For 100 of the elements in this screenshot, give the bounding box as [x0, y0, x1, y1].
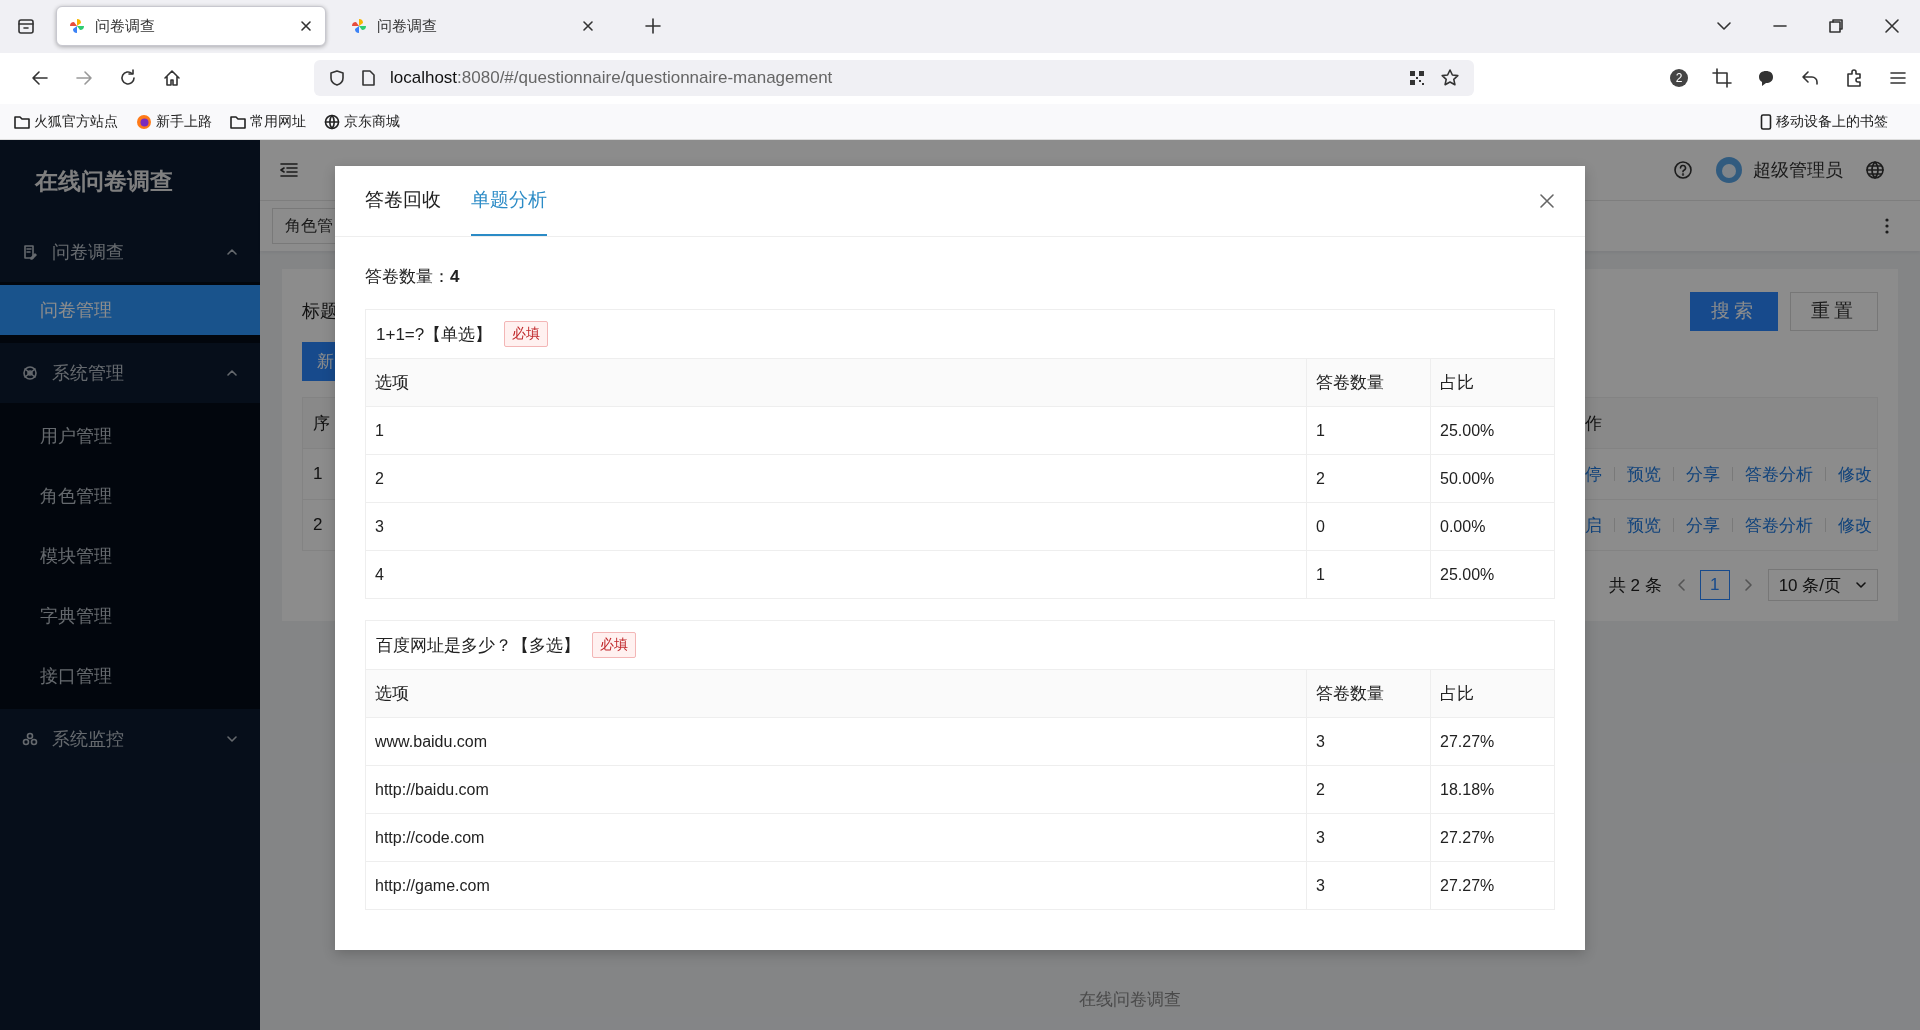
fox-globe-icon [136, 113, 152, 130]
menu-fold-icon[interactable] [280, 162, 298, 178]
column-header: 占比 [1430, 669, 1554, 718]
table-cell: 27.27% [1430, 813, 1554, 862]
app-title: 在线问卷调查 [33, 166, 174, 196]
table-cell: http://game.com [366, 861, 1307, 909]
table-cell: http://baidu.com [366, 765, 1307, 814]
globe-icon [324, 113, 340, 130]
action-link[interactable]: 停 [1585, 462, 1602, 486]
table-cell: 1 [1306, 550, 1431, 598]
page-number[interactable]: 1 [1699, 570, 1730, 600]
globe-icon[interactable] [1865, 160, 1885, 180]
close-icon[interactable] [581, 19, 595, 34]
action-link[interactable]: 分享 [1686, 513, 1720, 537]
folder-icon [14, 113, 30, 130]
caret-icon [226, 246, 238, 258]
submenu-item[interactable]: 接口管理 [0, 646, 260, 706]
user-name[interactable]: 超级管理员 [1753, 158, 1843, 182]
caret-icon [226, 733, 238, 745]
close-icon[interactable] [1539, 193, 1555, 209]
submenu-item[interactable]: 问卷管理 [0, 285, 260, 335]
help-icon[interactable] [1673, 160, 1693, 180]
table-cell: 27.27% [1430, 717, 1554, 766]
table-cell: 18.18% [1430, 765, 1554, 814]
form-icon [22, 244, 38, 260]
action-link[interactable]: 修改 [1838, 462, 1872, 486]
extension-icon[interactable] [1844, 68, 1864, 89]
phone-icon [1760, 113, 1772, 130]
action-link[interactable]: 答卷分析 [1745, 513, 1813, 537]
notification-badge[interactable]: 2 [1670, 69, 1688, 88]
table-cell: 2 [366, 454, 1307, 503]
action-link[interactable]: 启 [1585, 513, 1602, 537]
submenu-item[interactable]: 用户管理 [0, 406, 260, 466]
browser-tab[interactable]: 问卷调查 [338, 6, 608, 47]
restore-icon[interactable] [1827, 17, 1845, 36]
submenu-item[interactable]: 模块管理 [0, 526, 260, 586]
menu-item[interactable]: 系统监控 [0, 709, 260, 769]
close-icon[interactable] [1883, 17, 1901, 36]
bookmark[interactable]: 火狐官方站点 [14, 112, 118, 131]
table-cell: 4 [366, 550, 1307, 598]
column-header: 作 [1585, 412, 1603, 435]
tab-title: 问卷调查 [377, 16, 438, 36]
table-cell: 0 [1306, 502, 1431, 551]
action-link[interactable]: 答卷分析 [1745, 462, 1813, 486]
answer-count: 答卷数量：4 [365, 266, 461, 288]
tab[interactable]: 答卷回收 [365, 166, 441, 236]
new-tab-icon[interactable] [644, 17, 662, 36]
table-cell: 0.00% [1430, 502, 1554, 551]
action-link[interactable]: 修改 [1838, 513, 1872, 537]
filter-label: 标题 [302, 300, 338, 323]
table-cell: 2 [1306, 454, 1431, 503]
home-icon[interactable] [162, 68, 182, 89]
crop-icon[interactable] [1712, 68, 1732, 89]
bookmark[interactable]: 京东商城 [324, 112, 400, 131]
pinwheel-icon [351, 18, 367, 35]
table-cell: 1 [1306, 406, 1431, 455]
table-cell: 1 [366, 406, 1307, 455]
table-cell: 3 [1306, 813, 1431, 862]
chevron-down-icon [1855, 579, 1867, 591]
table-cell-text: 1 [312, 464, 324, 484]
action-link[interactable]: 预览 [1627, 513, 1661, 537]
table-cell: 50.00% [1430, 454, 1554, 503]
chat-bubble-icon[interactable] [1756, 68, 1776, 89]
shield-icon [328, 69, 346, 88]
button[interactable]: 搜索 [1690, 291, 1778, 331]
action-link[interactable]: 预览 [1627, 462, 1661, 486]
tab[interactable]: 单题分析 [471, 166, 547, 236]
table-cell: www.baidu.com [366, 717, 1307, 766]
submenu-item[interactable]: 角色管理 [0, 466, 260, 526]
cluster-icon [22, 731, 38, 747]
address-bar[interactable]: localhost:8080/#/questionnaire/questionnaire-management [314, 60, 1474, 97]
table-cell: 3 [1306, 717, 1431, 766]
table-cell-text: 2 [312, 515, 324, 535]
button[interactable]: 重置 [1790, 291, 1878, 331]
column-header: 占比 [1430, 358, 1554, 407]
more-icon[interactable] [1884, 217, 1890, 235]
page-size-select[interactable]: 10 条/页 [1767, 569, 1878, 601]
menu-item[interactable]: 问卷调查 [0, 222, 260, 282]
submenu-item[interactable]: 字典管理 [0, 586, 260, 646]
table-cell: 3 [1306, 861, 1431, 909]
browser-tab[interactable]: 问卷调查 [56, 6, 326, 47]
action-link[interactable]: 分享 [1686, 462, 1720, 486]
bookmark[interactable]: 新手上路 [136, 112, 212, 131]
tab-title: 问卷调查 [95, 16, 156, 36]
table-cell: 3 [366, 502, 1307, 551]
footer-text: 在线问卷调查 [1078, 988, 1182, 1011]
qr-code-icon[interactable] [1408, 69, 1426, 88]
bookmark[interactable]: 常用网址 [230, 112, 306, 131]
required-tag: 必填 [504, 321, 549, 347]
column-header: 选项 [366, 669, 1307, 718]
table-cell: http://code.com [366, 813, 1307, 862]
folder-icon [230, 113, 246, 130]
pinwheel-icon [69, 18, 85, 35]
question-title: 百度网址是多少？【多选】 [376, 634, 580, 657]
bookmark[interactable]: 移动设备上的书签 [1760, 112, 1888, 131]
close-icon[interactable] [299, 19, 313, 34]
menu-item[interactable]: 系统管理 [0, 343, 260, 403]
column-header: 序 [312, 412, 331, 435]
page-icon [360, 69, 376, 88]
tab-list-icon[interactable] [16, 16, 36, 37]
